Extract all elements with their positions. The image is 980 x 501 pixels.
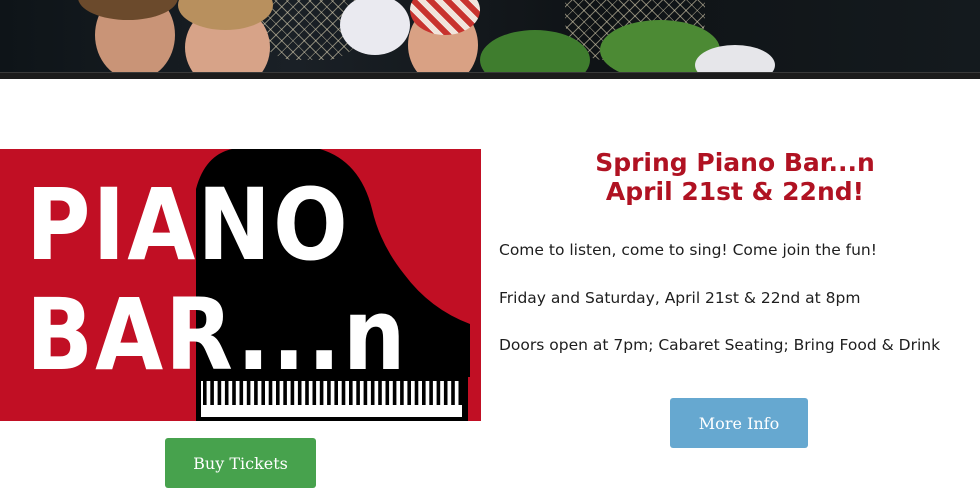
piano-key — [436, 381, 441, 405]
piano-key — [414, 381, 419, 405]
event-schedule-line: Friday and Saturday, April 21st & 22nd a… — [499, 289, 861, 307]
event-details-line: Doors open at 7pm; Cabaret Seating; Brin… — [499, 336, 941, 354]
performer-sleeve — [340, 0, 410, 55]
event-title-line-1: Spring Piano Bar...n — [595, 148, 875, 177]
piano-key — [443, 381, 448, 405]
more-info-button[interactable]: More Info — [670, 398, 808, 448]
piano-key — [422, 381, 426, 405]
event-title-line-2: April 21st & 22nd! — [605, 177, 865, 206]
stage-edge — [0, 72, 980, 79]
promo-word-barn: BAR...n — [26, 277, 408, 393]
piano-bar-promo-image: PIANO BAR...n — [0, 149, 481, 421]
piano-key — [407, 381, 411, 405]
promo-word-piano: PIANO — [26, 167, 350, 283]
event-title: Spring Piano Bar...n April 21st & 22nd! — [515, 148, 955, 206]
buy-tickets-button[interactable]: Buy Tickets — [165, 438, 316, 488]
piano-key — [429, 381, 433, 405]
event-description-line: Come to listen, come to sing! Come join … — [499, 241, 877, 259]
hero-banner-image — [0, 0, 980, 79]
piano-key — [458, 381, 463, 405]
piano-key — [451, 381, 455, 405]
